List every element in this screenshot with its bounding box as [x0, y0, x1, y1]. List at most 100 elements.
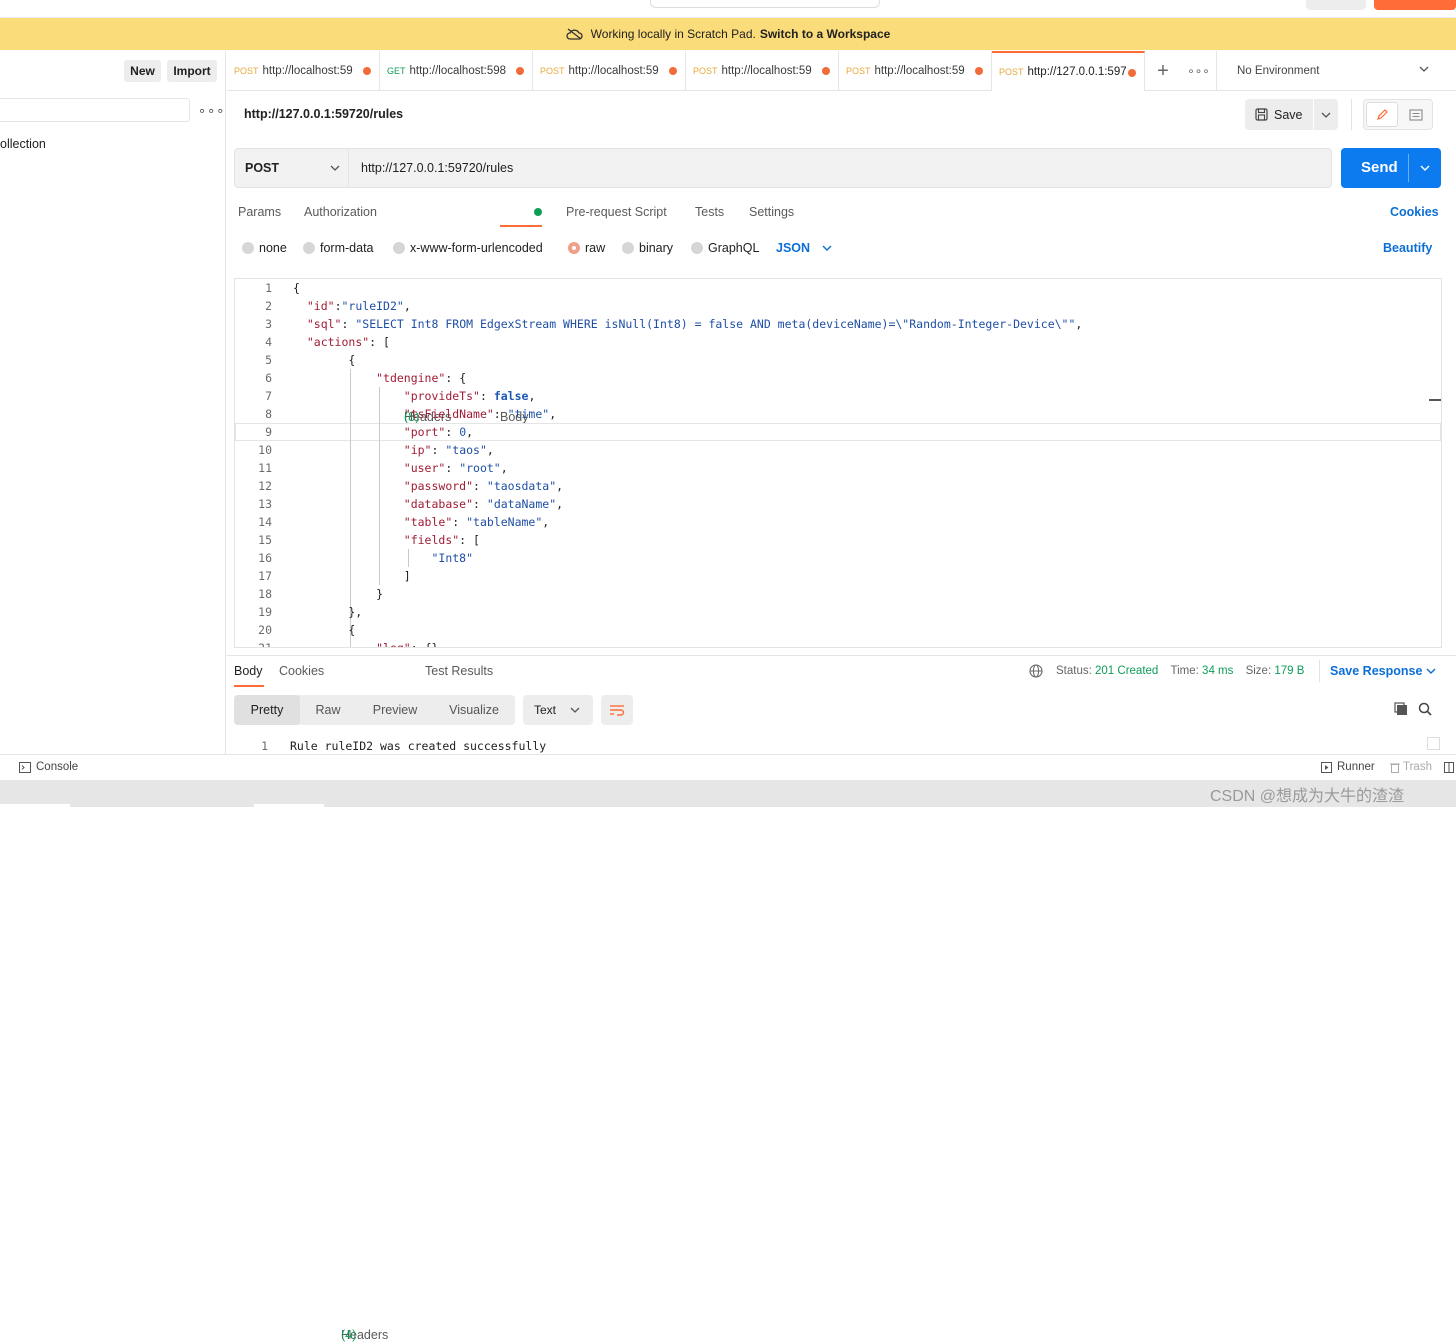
code-line: "actions": [	[306, 335, 390, 349]
view-raw-button[interactable]: Raw	[300, 695, 356, 725]
new-button[interactable]: New	[124, 60, 161, 82]
tab-method: POST	[234, 66, 259, 76]
line-number: 19	[258, 605, 272, 619]
time-value: 34 ms	[1202, 665, 1234, 677]
code-line: {	[293, 353, 356, 367]
sidebar-item-collection[interactable]: ollection	[0, 137, 46, 151]
request-tab[interactable]: POST http://localhost:59	[686, 51, 839, 91]
code-line: "id":"ruleID2",	[306, 299, 411, 313]
chevron-down-icon[interactable]	[1420, 165, 1430, 171]
tab-url: http://localhost:59	[568, 65, 659, 77]
wrap-lines-icon	[609, 704, 625, 716]
status-value: 201 Created	[1095, 665, 1159, 677]
copy-icon[interactable]	[1394, 702, 1408, 716]
radio-form-data-label: form-data	[320, 241, 374, 255]
console-button[interactable]: Console	[19, 761, 78, 773]
view-pretty-button[interactable]: Pretty	[234, 695, 300, 725]
code-line: "port": 0,	[403, 425, 474, 439]
radio-urlencoded[interactable]	[393, 242, 405, 254]
tab-params[interactable]: Params	[238, 205, 281, 219]
request-tab[interactable]: POST http://localhost:59	[227, 51, 380, 91]
request-tab-active[interactable]: POST http://127.0.0.1:597	[992, 51, 1145, 91]
unsaved-dot	[516, 67, 524, 75]
response-body[interactable]: 1 Rule ruleID2 was created successfully	[227, 735, 1442, 754]
radio-none[interactable]	[242, 242, 254, 254]
chevron-down-icon	[1321, 112, 1331, 118]
chevron-down-icon	[330, 165, 340, 171]
radio-binary-label: binary	[639, 241, 674, 255]
save-button[interactable]: Save	[1245, 99, 1313, 130]
code-line: "sql": "SELECT Int8 FROM EdgexStream WHE…	[306, 317, 1083, 331]
invite-button[interactable]	[1306, 0, 1366, 10]
format-select[interactable]: JSON	[776, 241, 810, 255]
cookies-link[interactable]: Cookies	[1390, 205, 1439, 219]
chevron-down-icon[interactable]	[1426, 668, 1436, 674]
radio-raw-label: raw	[585, 241, 606, 255]
line-number: 8	[265, 407, 272, 421]
runner-button[interactable]: Runner	[1321, 761, 1375, 773]
response-tab-test-results[interactable]: Test Results	[425, 664, 493, 678]
tab-tests[interactable]: Tests	[695, 205, 724, 219]
line-number: 18	[258, 587, 272, 601]
request-tab[interactable]: POST http://localhost:59	[533, 51, 686, 91]
upgrade-button[interactable]	[1374, 0, 1456, 10]
code-line: "password": "taosdata",	[403, 479, 564, 493]
switch-workspace-link[interactable]: Switch to a Workspace	[760, 27, 890, 41]
save-icon	[1255, 108, 1268, 121]
response-format-select[interactable]: Text	[523, 695, 593, 725]
status-label: Status:	[1056, 665, 1092, 677]
method-select[interactable]: POST	[235, 149, 349, 187]
pencil-icon	[1376, 108, 1389, 121]
line-number: 13	[258, 497, 272, 511]
size-label: Size:	[1245, 665, 1272, 677]
save-response-button[interactable]: Save Response	[1330, 664, 1422, 678]
view-preview-button[interactable]: Preview	[362, 695, 428, 725]
request-tab[interactable]: POST http://localhost:59	[839, 51, 992, 91]
globe-icon[interactable]	[1029, 664, 1043, 678]
code-line: "tsFieldName": "time",	[403, 407, 557, 421]
search-bar[interactable]	[650, 0, 880, 8]
sidebar-search-input[interactable]	[0, 98, 190, 122]
tab-pre-request-script[interactable]: Pre-request Script	[566, 205, 667, 219]
tab-settings[interactable]: Settings	[749, 205, 794, 219]
send-button[interactable]: Send	[1341, 148, 1441, 188]
radio-graphql[interactable]	[691, 242, 703, 254]
edit-mode-button[interactable]	[1366, 102, 1398, 127]
sidebar-more-icon[interactable]: ∘∘∘	[198, 103, 225, 119]
size-value: 179 B	[1274, 665, 1305, 677]
url-input[interactable]: http://127.0.0.1:59720/rules	[361, 161, 513, 175]
add-tab-icon[interactable]: +	[1145, 51, 1181, 91]
tab-authorization[interactable]: Authorization	[304, 205, 377, 219]
body-indicator-dot	[534, 208, 542, 216]
active-tab-underline	[234, 685, 264, 687]
code-line: ]	[293, 569, 411, 583]
chevron-down-icon	[570, 707, 580, 713]
radio-graphql-label: GraphQL	[708, 241, 760, 255]
tab-method: POST	[540, 66, 565, 76]
view-visualize-button[interactable]: Visualize	[438, 695, 510, 725]
beautify-link[interactable]: Beautify	[1383, 241, 1432, 255]
docs-mode-button[interactable]	[1402, 102, 1430, 127]
code-line: }	[293, 587, 384, 601]
save-options-button[interactable]	[1314, 99, 1338, 130]
response-view-switcher: Pretty Raw Preview Visualize	[234, 695, 515, 725]
radio-raw[interactable]	[568, 242, 580, 254]
panel-icon[interactable]	[1444, 762, 1454, 773]
body-code-editor[interactable]: 1 { 2 "id":"ruleID2", 3 "sql": "SELECT In…	[234, 278, 1442, 648]
trash-button[interactable]: Trash	[1390, 761, 1432, 773]
code-line: "table": "tableName",	[403, 515, 550, 529]
line-number: 12	[258, 479, 272, 493]
response-tab-cookies[interactable]: Cookies	[279, 664, 324, 678]
chevron-down-icon[interactable]	[822, 245, 832, 251]
radio-form-data[interactable]	[303, 242, 315, 254]
import-button[interactable]: Import	[167, 60, 217, 82]
play-icon	[1321, 761, 1332, 773]
request-tab[interactable]: GET http://localhost:598	[380, 51, 533, 91]
wrap-lines-button[interactable]	[601, 695, 633, 725]
response-tab-body[interactable]: Body	[234, 664, 263, 678]
search-icon[interactable]	[1418, 702, 1432, 716]
tab-more-icon[interactable]: ∘∘∘	[1181, 51, 1217, 91]
radio-binary[interactable]	[622, 242, 634, 254]
chevron-down-icon	[1419, 66, 1429, 72]
environment-select[interactable]: No Environment	[1217, 51, 1447, 91]
